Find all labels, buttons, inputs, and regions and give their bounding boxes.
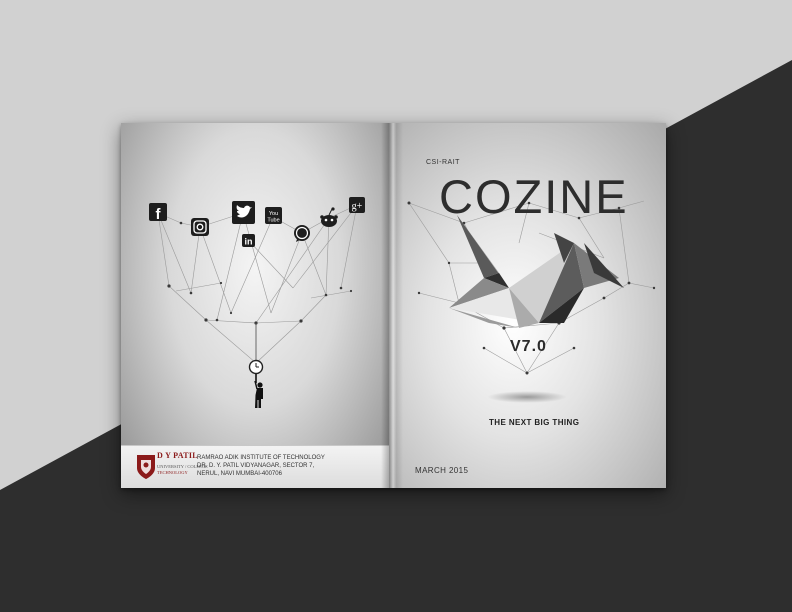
google-plus-label: g+ bbox=[352, 201, 363, 212]
version-label: V7.0 bbox=[510, 338, 547, 355]
tagline: THE NEXT BIG THING bbox=[489, 418, 580, 427]
twitter-icon bbox=[232, 201, 255, 224]
magazine-title: COZINE bbox=[439, 170, 629, 223]
instagram-icon bbox=[191, 218, 209, 236]
crane-shadow bbox=[487, 391, 567, 403]
youtube-icon: You Tube bbox=[265, 207, 282, 224]
hanging-person-silhouette bbox=[254, 374, 263, 408]
back-cover-footer: D Y PATIL UNIVERSITY / COLLEGE TECHNOLOG… bbox=[121, 445, 389, 488]
front-cover-page: CSI-RAIT COZINE V7.0 THE NEXT BIG THING … bbox=[389, 123, 666, 488]
linkedin-label: in bbox=[245, 237, 253, 247]
linkedin-icon: in bbox=[242, 234, 255, 247]
book-spine-shadow bbox=[381, 123, 403, 488]
address-line-2: DR. D. Y. PATIL VIDYANAGAR, SECTOR 7, bbox=[197, 463, 315, 469]
college-logo-tag: TECHNOLOGY bbox=[157, 470, 188, 475]
facebook-icon: f bbox=[149, 203, 167, 223]
address-line-1: RAMRAO ADIK INSTITUTE OF TECHNOLOGY bbox=[197, 455, 325, 461]
back-cover-page: f You Tube in g+ D Y PATIL UNIVERSITY / … bbox=[121, 123, 389, 488]
reddit-icon bbox=[320, 207, 338, 227]
publisher-label: CSI-RAIT bbox=[426, 159, 460, 166]
youtube-label-bottom: Tube bbox=[267, 218, 279, 224]
address-line-3: NERUL, NAVI MUMBAI-400706 bbox=[197, 471, 282, 477]
magazine-spread: f You Tube in g+ D Y PATIL UNIVERSITY / … bbox=[121, 123, 666, 488]
clock-balloon-icon bbox=[248, 359, 264, 375]
social-icons-group: f You Tube in g+ bbox=[149, 197, 365, 408]
whatsapp-icon bbox=[294, 225, 310, 242]
college-logo-name: D Y PATIL bbox=[157, 451, 198, 460]
issue-date: MARCH 2015 bbox=[415, 466, 469, 475]
google-plus-icon: g+ bbox=[349, 197, 365, 213]
youtube-label-top: You bbox=[269, 211, 278, 217]
